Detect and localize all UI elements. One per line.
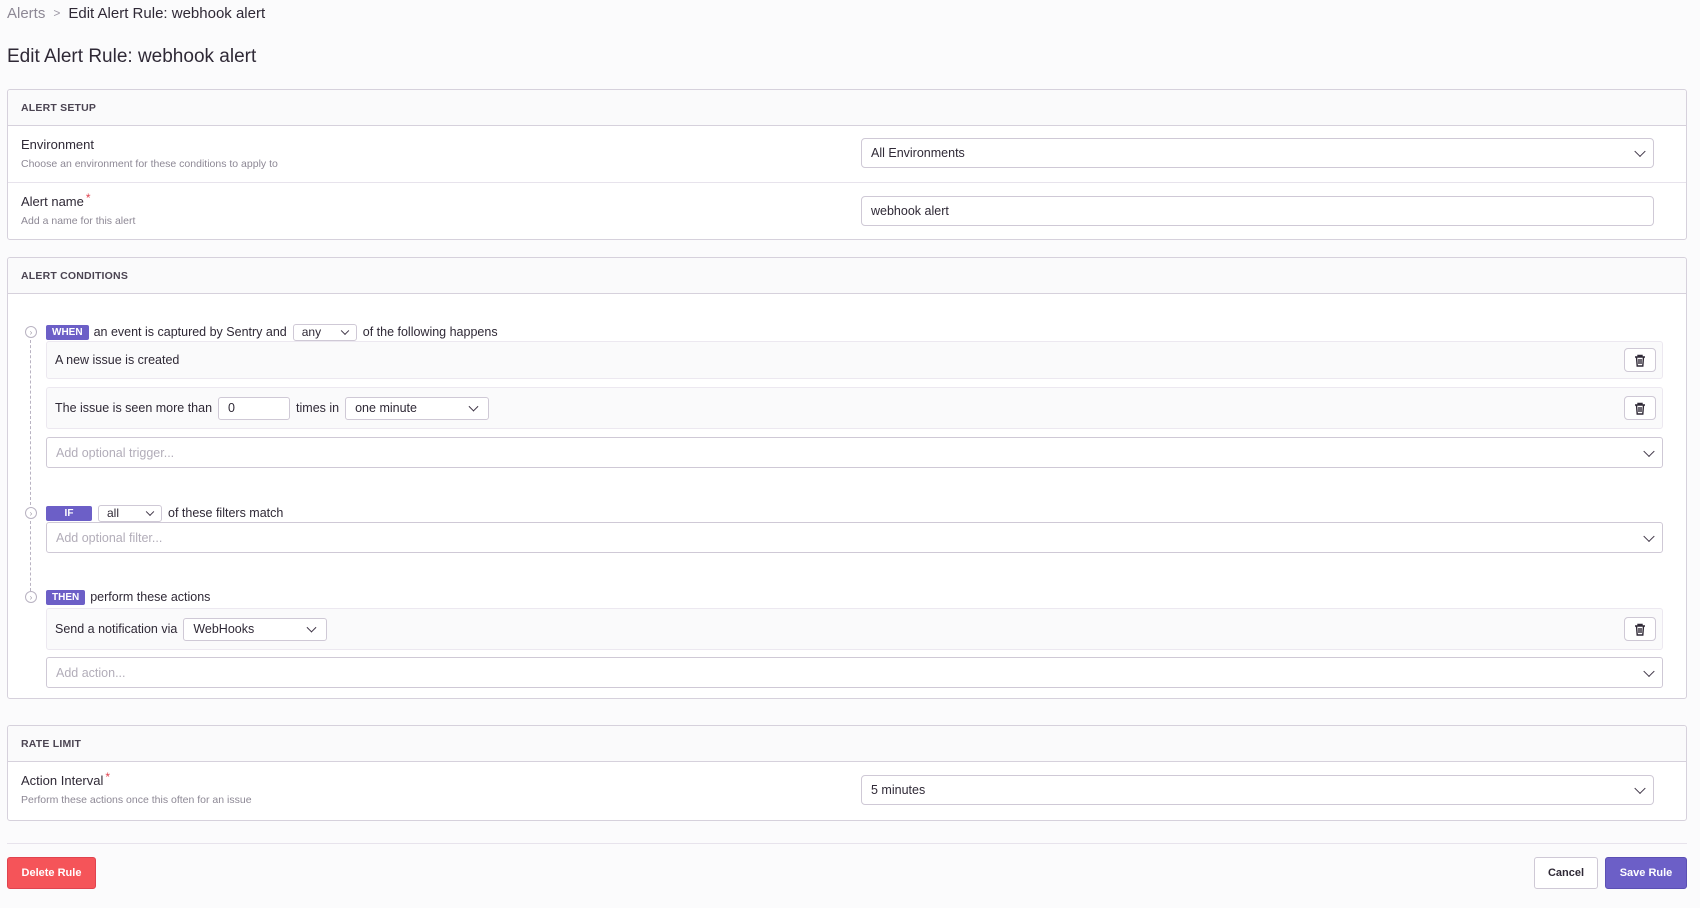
alert-name-label: Alert name * bbox=[21, 191, 91, 209]
breadcrumb: Alerts > Edit Alert Rule: webhook alert bbox=[7, 3, 265, 23]
step-connector bbox=[30, 521, 31, 591]
alert-name-input-value: webhook alert bbox=[871, 204, 949, 218]
save-rule-button[interactable]: Save Rule bbox=[1605, 857, 1687, 889]
chevron-down-icon bbox=[306, 622, 317, 633]
breadcrumb-alerts-link[interactable]: Alerts bbox=[7, 5, 45, 22]
condition-row-new-issue: A new issue is created bbox=[46, 341, 1663, 379]
if-step-header: IF all of these filters match bbox=[46, 504, 283, 522]
chevron-down-icon bbox=[1643, 445, 1655, 457]
trash-icon bbox=[1635, 402, 1645, 415]
if-match-select[interactable]: all bbox=[98, 504, 162, 522]
action-text-before: Send a notification via bbox=[55, 622, 178, 636]
action-interval-row: Action Interval * Perform these actions o… bbox=[8, 762, 1686, 820]
if-badge: IF bbox=[46, 505, 92, 521]
required-mark: * bbox=[85, 191, 91, 205]
when-step-header: WHEN an event is captured by Sentry and … bbox=[46, 323, 498, 341]
alert-name-label-text: Alert name bbox=[21, 194, 84, 209]
cancel-button[interactable]: Cancel bbox=[1534, 857, 1598, 889]
add-action-select[interactable]: Add action... bbox=[46, 657, 1663, 688]
chevron-down-icon bbox=[145, 507, 155, 517]
then-text-after: perform these actions bbox=[90, 590, 211, 604]
when-text-after: of the following happens bbox=[362, 325, 498, 339]
when-badge: WHEN bbox=[46, 324, 89, 340]
chevron-right-icon: › bbox=[25, 507, 37, 519]
action-interval-label-text: Action Interval bbox=[21, 773, 104, 788]
action-interval-help: Perform these actions once this often fo… bbox=[21, 794, 252, 806]
condition-interval-value: one minute bbox=[355, 401, 417, 415]
chevron-down-icon bbox=[1643, 530, 1655, 542]
environment-select-value: All Environments bbox=[871, 146, 965, 160]
add-trigger-select[interactable]: Add optional trigger... bbox=[46, 437, 1663, 468]
trash-icon bbox=[1635, 623, 1645, 636]
alert-setup-panel: ALERT SETUP Environment Choose an enviro… bbox=[7, 89, 1687, 240]
then-badge: THEN bbox=[46, 589, 86, 605]
chevron-down-icon bbox=[1634, 145, 1646, 158]
alert-name-help: Add a name for this alert bbox=[21, 215, 136, 227]
when-match-value: any bbox=[301, 325, 322, 339]
step-connector bbox=[30, 340, 31, 505]
action-interval-label: Action Interval * bbox=[21, 770, 111, 788]
page-title: Edit Alert Rule: webhook alert bbox=[7, 46, 257, 67]
when-text-before: an event is captured by Sentry and bbox=[93, 325, 287, 339]
add-filter-select[interactable]: Add optional filter... bbox=[46, 522, 1663, 553]
condition-count-value: 0 bbox=[228, 401, 235, 415]
breadcrumb-current: Edit Alert Rule: webhook alert bbox=[68, 4, 266, 22]
chevron-right-icon: › bbox=[25, 326, 37, 338]
add-trigger-placeholder: Add optional trigger... bbox=[56, 445, 175, 460]
condition-text-mid: times in bbox=[296, 401, 340, 415]
add-action-placeholder: Add action... bbox=[56, 665, 126, 680]
if-match-value: all bbox=[107, 506, 120, 520]
rate-limit-panel: RATE LIMIT Action Interval * Perform thes… bbox=[7, 725, 1687, 821]
condition-interval-select[interactable]: one minute bbox=[345, 396, 490, 420]
delete-condition-button[interactable] bbox=[1624, 348, 1656, 372]
action-interval-select[interactable]: 5 minutes bbox=[861, 775, 1654, 805]
environment-select[interactable]: All Environments bbox=[861, 138, 1654, 168]
trash-icon bbox=[1635, 354, 1645, 367]
alert-conditions-body: › WHEN an event is captured by Sentry an… bbox=[8, 294, 1686, 699]
action-interval-value: 5 minutes bbox=[871, 783, 926, 797]
footer-divider bbox=[7, 843, 1687, 844]
delete-condition-button[interactable] bbox=[1624, 396, 1656, 420]
alert-conditions-header: ALERT CONDITIONS bbox=[8, 258, 1686, 294]
chevron-right-icon: › bbox=[25, 591, 37, 603]
chevron-down-icon bbox=[340, 326, 349, 336]
breadcrumb-separator-icon: > bbox=[53, 6, 61, 20]
add-filter-placeholder: Add optional filter... bbox=[56, 530, 163, 545]
alert-name-row: Alert name * Add a name for this alert we… bbox=[8, 183, 1686, 239]
condition-text: A new issue is created bbox=[55, 353, 180, 367]
environment-help: Choose an environment for these conditio… bbox=[21, 158, 278, 170]
action-row-notification: Send a notification via WebHooks bbox=[46, 608, 1663, 650]
environment-label: Environment bbox=[21, 137, 94, 152]
when-match-select[interactable]: any bbox=[292, 323, 357, 341]
alert-name-input[interactable]: webhook alert bbox=[861, 196, 1654, 226]
delete-rule-button[interactable]: Delete Rule bbox=[7, 857, 96, 889]
action-service-select[interactable]: WebHooks bbox=[183, 617, 328, 641]
then-step-header: THEN perform these actions bbox=[46, 588, 210, 606]
alert-setup-header: ALERT SETUP bbox=[8, 90, 1686, 126]
chevron-down-icon bbox=[468, 401, 479, 412]
condition-row-frequency: The issue is seen more than 0 times in o… bbox=[46, 387, 1663, 429]
chevron-down-icon bbox=[1643, 665, 1655, 677]
rate-limit-header: RATE LIMIT bbox=[8, 726, 1686, 762]
environment-row: Environment Choose an environment for th… bbox=[8, 126, 1686, 183]
chevron-down-icon bbox=[1634, 782, 1646, 795]
condition-text-before: The issue is seen more than bbox=[55, 401, 213, 415]
condition-count-input[interactable]: 0 bbox=[218, 396, 291, 420]
alert-conditions-panel: ALERT CONDITIONS › WHEN an event is capt… bbox=[7, 257, 1687, 699]
action-service-value: WebHooks bbox=[193, 622, 255, 636]
required-mark: * bbox=[105, 770, 111, 784]
delete-action-button[interactable] bbox=[1624, 617, 1656, 641]
if-text-after: of these filters match bbox=[168, 506, 284, 520]
